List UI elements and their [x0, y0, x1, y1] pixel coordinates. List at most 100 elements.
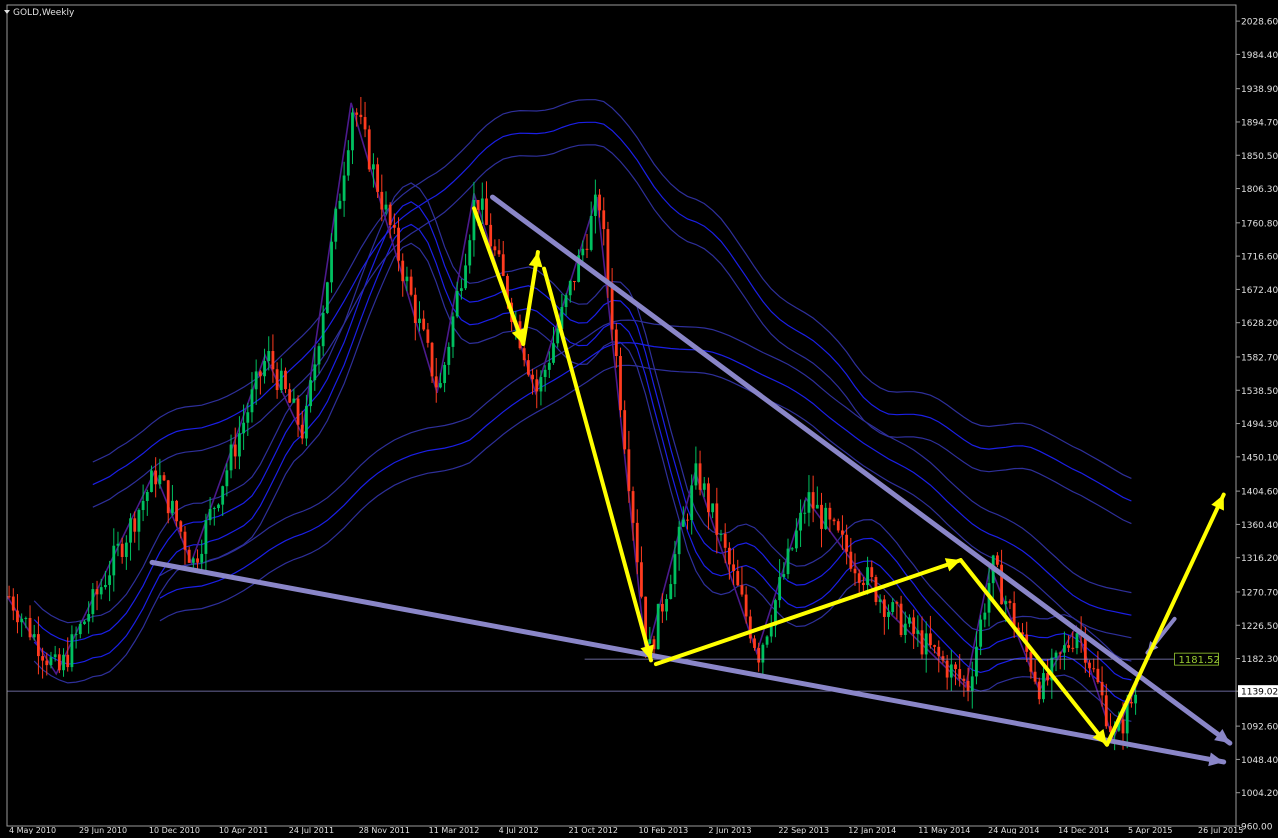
candle-body	[208, 509, 212, 521]
candle-body	[372, 164, 375, 170]
candle-body	[832, 519, 836, 522]
candle-body	[656, 603, 660, 650]
chart-title: GOLD,Weekly	[13, 8, 75, 18]
y-tick-label: 1139.02	[1241, 688, 1278, 698]
candle-body	[246, 412, 250, 423]
candle-body	[242, 422, 246, 434]
y-tick-label: 1628.20	[1241, 319, 1278, 329]
chart-title-group[interactable]: GOLD,Weekly	[4, 8, 75, 18]
candle-body	[673, 554, 677, 585]
candle-body	[405, 276, 409, 282]
candle-body	[95, 589, 99, 595]
candle-body	[908, 617, 911, 624]
candle-body	[355, 112, 359, 115]
chart-canvas: 1181.52 2028.60 1984.40 1938.90 1894.70 1850…	[4, 4, 1278, 835]
y-tick-label: 1226.50	[1241, 622, 1278, 632]
candle-body	[254, 371, 258, 390]
y-tick-label: 1450.10	[1241, 453, 1278, 463]
candle-body	[296, 398, 300, 425]
candle-body	[150, 470, 153, 492]
candle-body	[137, 510, 141, 532]
candle-body	[887, 612, 890, 617]
candle-body	[1121, 719, 1125, 734]
candle-body	[543, 369, 547, 377]
candle-body	[330, 241, 333, 283]
ma-band-line	[33, 201, 1132, 681]
time-axis: 4 May 2010 29 Jun 2010 10 Dec 2010 10 Apr 2…	[9, 826, 1243, 835]
candle-body	[962, 678, 966, 681]
candle-body	[1054, 652, 1058, 658]
candle-body	[828, 507, 832, 520]
candle-body	[422, 318, 426, 330]
candle-body	[108, 575, 111, 585]
candle-body	[539, 376, 543, 392]
yellow-arrow	[653, 558, 963, 667]
y-tick-label: 1316.20	[1241, 554, 1278, 564]
candle-body	[162, 475, 166, 481]
candle-body	[945, 660, 949, 678]
candle-body	[426, 329, 430, 343]
candle-body	[1062, 645, 1066, 653]
candle-body	[635, 522, 639, 563]
candle-body	[154, 470, 158, 485]
candle-body	[1075, 633, 1079, 649]
candle-body	[995, 555, 999, 565]
candle-body	[1037, 681, 1041, 700]
y-tick-label: 1404.60	[1241, 488, 1278, 498]
candle-body	[16, 610, 19, 623]
x-tick-label: 22 Sep 2013	[778, 826, 829, 834]
yellow-arrow	[472, 206, 526, 346]
candle-body	[619, 356, 622, 411]
x-tick-label: 2 Jun 2013	[708, 826, 751, 834]
candle-body	[665, 598, 668, 612]
candle-body	[376, 164, 380, 192]
candle-body	[878, 599, 882, 602]
candle-body	[757, 647, 761, 663]
dropdown-triangle-icon[interactable]	[4, 10, 10, 14]
candle-body	[891, 602, 895, 613]
candle-body	[480, 198, 484, 210]
candle-body	[761, 644, 765, 663]
candle-body	[727, 547, 731, 565]
candle-body	[397, 227, 400, 261]
x-tick-label: 10 Dec 2010	[149, 826, 200, 834]
candle-body	[334, 208, 338, 242]
candle-body	[807, 492, 811, 513]
candle-body	[204, 520, 208, 554]
candle-body	[24, 617, 28, 619]
candle-body	[970, 676, 974, 692]
candle-body	[526, 360, 530, 375]
candle-body	[120, 543, 124, 557]
ma-band-line	[159, 342, 1132, 616]
y-tick-label: 1582.70	[1241, 353, 1278, 363]
candle-body	[497, 250, 501, 255]
y-tick-label: 1360.40	[1241, 521, 1278, 531]
candle-body	[1096, 668, 1100, 683]
candle-body	[166, 480, 170, 514]
yellow-wave-arrows	[472, 206, 1226, 747]
candle-body	[903, 623, 907, 635]
y-tick-label: 1494.30	[1241, 420, 1278, 430]
candle-body	[472, 199, 476, 241]
y-tick-label: 1716.60	[1241, 253, 1278, 263]
candle-body	[439, 383, 442, 388]
candle-body	[338, 200, 342, 209]
candle-body	[87, 614, 91, 622]
candle-body	[853, 568, 857, 574]
candle-body	[765, 636, 769, 645]
candle-body	[912, 617, 916, 634]
plot-border	[6, 4, 1237, 827]
candle-body	[28, 617, 32, 638]
candle-body	[1058, 652, 1062, 654]
candle-body	[41, 656, 44, 661]
x-tick-label: 24 Aug 2014	[988, 826, 1039, 834]
candle-body	[271, 351, 275, 370]
candle-body	[116, 543, 120, 546]
candle-body	[145, 491, 149, 501]
candle-body	[585, 248, 589, 250]
candle-body	[748, 616, 752, 639]
candle-body	[11, 596, 15, 611]
candle-body	[920, 630, 924, 655]
y-tick-label: 1672.40	[1241, 286, 1278, 296]
candle-body	[614, 329, 618, 357]
